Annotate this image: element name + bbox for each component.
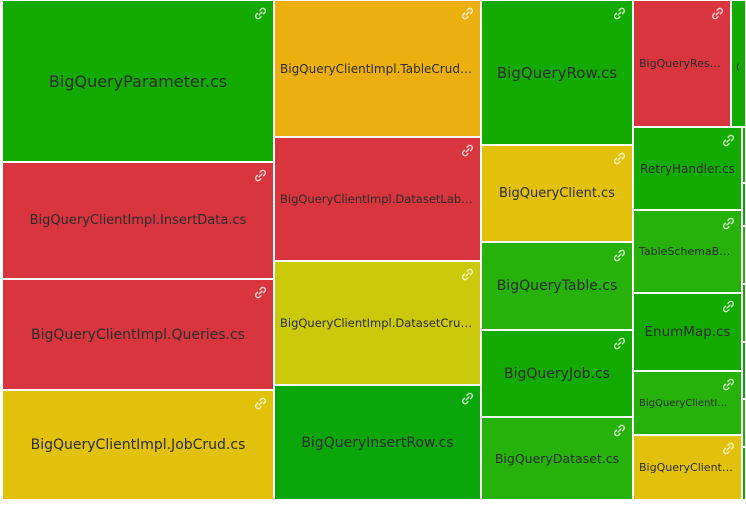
- treemap-tile[interactable]: BigQueryClientImpl.Queries.cs: [2, 279, 274, 390]
- treemap-tile[interactable]: BigQueryClientImpl.InsertData.cs: [2, 162, 274, 279]
- link-icon[interactable]: [460, 267, 475, 282]
- treemap-tile[interactable]: BigQueryClientImpl.DatasetCrud.cs: [274, 261, 481, 385]
- treemap-tile[interactable]: BigQueryClientImpl.TableCrud.cs: [274, 0, 481, 137]
- tile-label: BigQueryClientImpl.cs: [639, 397, 740, 409]
- link-icon[interactable]: [721, 377, 736, 392]
- tile-label: BigQueryJob.cs: [504, 365, 610, 382]
- treemap-tile[interactable]: [742, 183, 746, 226]
- link-icon[interactable]: [612, 151, 627, 166]
- treemap-tile[interactable]: [742, 447, 746, 500]
- tile-label: BigQueryDataset.cs: [494, 451, 620, 466]
- tile-label: RetryHandler.cs: [640, 161, 735, 176]
- tile-label: BigQueryInsertRow.cs: [301, 434, 454, 451]
- tile-label: BigQueryClient.cs: [499, 186, 615, 201]
- treemap-tile[interactable]: [742, 127, 746, 183]
- tile-label: BigQueryClientImpl.DatasetCrud.cs: [280, 316, 479, 330]
- treemap-tile[interactable]: BigQueryClient.cs: [481, 145, 633, 242]
- link-icon[interactable]: [253, 6, 268, 21]
- treemap-tile[interactable]: EnumMap.cs: [633, 293, 742, 371]
- tile-label: Co: [732, 61, 739, 74]
- treemap-tile[interactable]: [742, 284, 746, 342]
- treemap-tile[interactable]: BigQueryTable.cs: [481, 242, 633, 330]
- treemap-tile[interactable]: BigQueryJob.cs: [481, 330, 633, 417]
- treemap-tile[interactable]: BigQueryClientImpl.cs: [633, 435, 742, 500]
- treemap-tile[interactable]: BigQueryDataset.cs: [481, 417, 633, 500]
- link-icon[interactable]: [612, 6, 627, 21]
- link-icon[interactable]: [460, 143, 475, 158]
- treemap-tile[interactable]: BigQueryInsertRow.cs: [274, 385, 481, 500]
- link-icon[interactable]: [253, 285, 268, 300]
- link-icon[interactable]: [460, 391, 475, 406]
- treemap-tile[interactable]: [742, 399, 746, 447]
- treemap-tile[interactable]: [742, 342, 746, 399]
- link-icon[interactable]: [612, 336, 627, 351]
- link-icon[interactable]: [612, 248, 627, 263]
- tile-label: EnumMap.cs: [644, 324, 731, 340]
- treemap-tile[interactable]: BigQueryResults.cs: [633, 0, 731, 127]
- tile-label: BigQueryParameter.cs: [48, 71, 228, 91]
- treemap-tile[interactable]: RetryHandler.cs: [633, 127, 742, 210]
- treemap-tile[interactable]: BigQueryClientImpl.DatasetLabels.cs: [274, 137, 481, 261]
- treemap-chart: BigQueryParameter.cs BigQueryClientImpl.I…: [0, 0, 746, 505]
- tile-label: BigQueryClientImpl.InsertData.cs: [29, 213, 247, 228]
- treemap-tile[interactable]: BigQueryParameter.cs: [2, 0, 274, 162]
- link-icon[interactable]: [721, 216, 736, 231]
- tile-label: BigQueryRow.cs: [496, 63, 618, 82]
- link-icon[interactable]: [721, 441, 736, 456]
- tile-label: BigQueryClientImpl.Queries.cs: [31, 326, 245, 343]
- tile-label: BigQueryClientImpl.TableCrud.cs: [280, 61, 477, 76]
- treemap-tile[interactable]: BigQueryRow.cs: [481, 0, 633, 145]
- tile-label: BigQueryClientImpl.JobCrud.cs: [30, 437, 246, 453]
- tile-label: BigQueryResults.cs: [639, 57, 729, 70]
- link-icon[interactable]: [253, 168, 268, 183]
- treemap-tile[interactable]: BigQueryClientImpl.JobCrud.cs: [2, 390, 274, 500]
- tile-label: BigQueryTable.cs: [496, 278, 618, 294]
- link-icon[interactable]: [721, 133, 736, 148]
- treemap-tile[interactable]: BigQueryClientImpl.cs: [633, 371, 742, 435]
- treemap-tile[interactable]: Co: [731, 0, 746, 127]
- link-icon[interactable]: [710, 6, 725, 21]
- tile-label: TableSchemaBuilder.cs: [639, 245, 740, 258]
- treemap-tile[interactable]: [742, 226, 746, 284]
- tile-label: BigQueryClientImpl.cs: [639, 461, 740, 474]
- link-icon[interactable]: [612, 423, 627, 438]
- link-icon[interactable]: [460, 6, 475, 21]
- link-icon[interactable]: [721, 299, 736, 314]
- treemap-tile[interactable]: TableSchemaBuilder.cs: [633, 210, 742, 293]
- tile-label: BigQueryClientImpl.DatasetLabels.cs: [280, 192, 479, 206]
- link-icon[interactable]: [253, 396, 268, 411]
